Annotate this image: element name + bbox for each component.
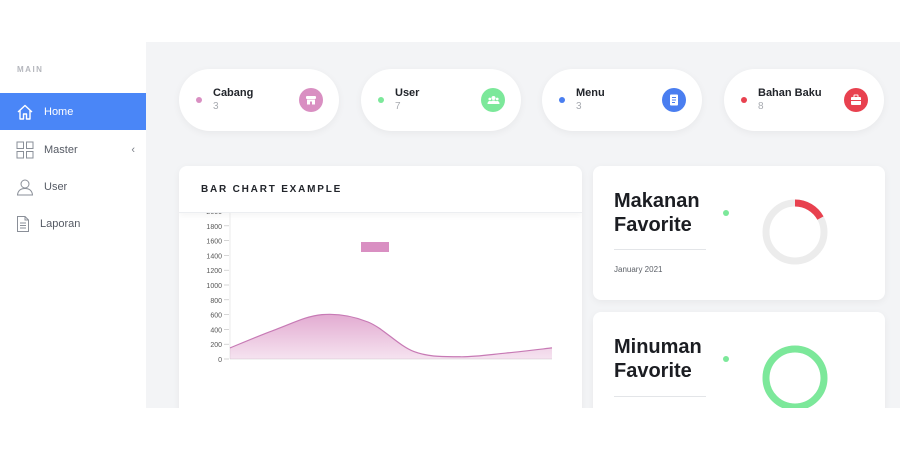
- y-tick-label: 1200: [206, 268, 222, 275]
- sidebar-item-user[interactable]: User: [0, 168, 146, 205]
- stat-count: 3: [213, 101, 219, 112]
- favorite-title-line: Favorite: [614, 214, 692, 236]
- divider: [614, 396, 706, 397]
- stat-card-user[interactable]: User 7: [361, 69, 521, 131]
- y-tick-label: 200: [210, 342, 222, 349]
- home-icon: [16, 103, 34, 121]
- y-tick-label: 1800: [206, 224, 222, 231]
- favorite-title: Makanan Favorite: [614, 189, 734, 237]
- y-tick-label: 1000: [206, 283, 222, 290]
- y-tick-label: 1400: [206, 253, 222, 260]
- y-tick-label: 400: [210, 327, 222, 334]
- chart-card-title: BAR CHART EXAMPLE: [201, 183, 343, 195]
- grid-icon: [16, 141, 34, 159]
- chart-card: BAR CHART EXAMPLE 2000180016001400120010…: [179, 166, 582, 408]
- users-icon: [481, 88, 505, 112]
- stat-label: Cabang: [213, 87, 254, 99]
- donut-chart: [762, 199, 828, 265]
- status-dot: [378, 97, 384, 103]
- sidebar-item-label: Master: [44, 143, 78, 156]
- donut-chart: [762, 345, 828, 408]
- sidebar-item-home[interactable]: Home: [0, 93, 146, 130]
- stat-card-cabang[interactable]: Cabang 3: [179, 69, 339, 131]
- y-tick-label: 2000: [206, 213, 222, 216]
- user-icon: [16, 178, 34, 196]
- box-icon: [844, 88, 868, 112]
- sidebar-item-master[interactable]: Master ‹: [0, 131, 146, 168]
- divider: [614, 249, 706, 250]
- status-dot: [723, 356, 729, 362]
- favorite-title-line: Minuman: [614, 336, 702, 358]
- donut-segment: [762, 345, 828, 408]
- book-icon: [662, 88, 686, 112]
- status-dot: [741, 97, 747, 103]
- favorite-date: January 2021: [614, 265, 663, 274]
- sidebar: MAIN Home Master ‹ User Laporan: [0, 42, 146, 408]
- stat-label: User: [395, 87, 420, 99]
- stat-count: 8: [758, 101, 764, 112]
- stat-count: 7: [395, 101, 401, 112]
- stat-label: Bahan Baku: [758, 87, 822, 99]
- favorite-title-line: Makanan: [614, 190, 700, 212]
- sidebar-item-label: Home: [44, 105, 74, 118]
- status-dot: [559, 97, 565, 103]
- main-content: Cabang 3 User 7 Menu 3 Bahan Baku 8 BAR …: [146, 42, 900, 408]
- favorite-title-line: Favorite: [614, 360, 692, 382]
- area-chart: 2000180016001400120010008006004002000: [206, 213, 553, 364]
- app-window: MAIN Home Master ‹ User Laporan Cabang 3…: [0, 42, 900, 408]
- stat-card-menu[interactable]: Menu 3: [542, 69, 702, 131]
- stat-count: 3: [576, 101, 582, 112]
- favorite-title: Minuman Favorite: [614, 335, 734, 383]
- sidebar-item-laporan[interactable]: Laporan: [0, 205, 146, 242]
- status-dot: [196, 97, 202, 103]
- chart-header: BAR CHART EXAMPLE: [179, 166, 582, 213]
- stat-label: Menu: [576, 87, 605, 99]
- y-tick-label: 1600: [206, 239, 222, 246]
- legend-swatch: [361, 242, 389, 252]
- favorite-card-minuman: Minuman Favorite: [593, 312, 885, 408]
- status-dot: [723, 210, 729, 216]
- y-tick-label: 0: [218, 357, 222, 364]
- sidebar-item-label: Laporan: [40, 217, 81, 230]
- y-tick-label: 600: [210, 313, 222, 320]
- store-icon: [299, 88, 323, 112]
- sidebar-item-label: User: [44, 180, 68, 193]
- sidebar-section-label: MAIN: [17, 65, 44, 74]
- stat-card-bahan-baku[interactable]: Bahan Baku 8: [724, 69, 884, 131]
- document-icon: [14, 215, 32, 233]
- chevron-left-icon: ‹: [131, 143, 135, 156]
- y-tick-label: 800: [210, 298, 222, 305]
- favorite-card-makanan: Makanan Favorite January 2021: [593, 166, 885, 300]
